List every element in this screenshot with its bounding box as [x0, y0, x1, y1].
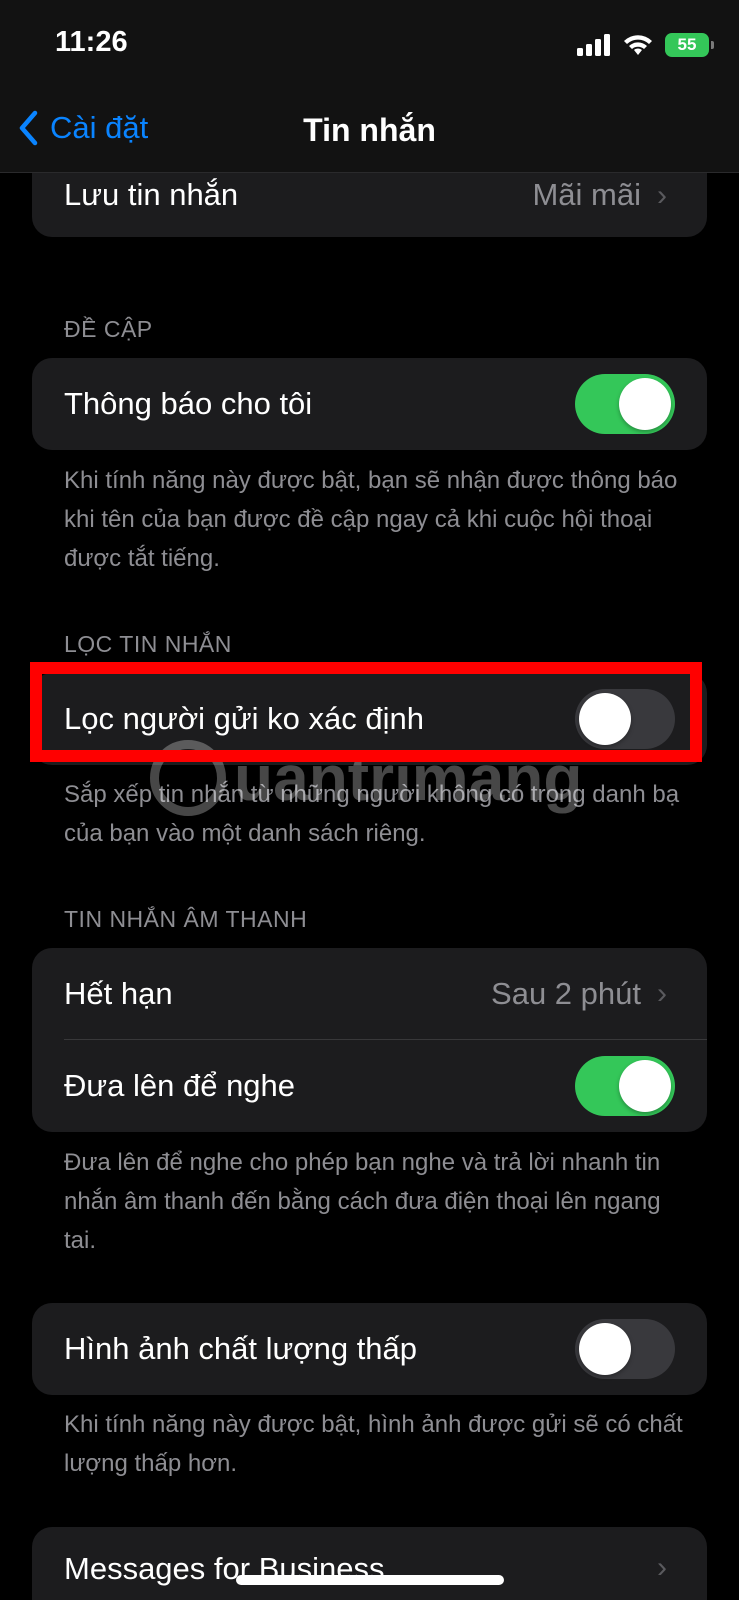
low-quality-toggle[interactable]	[575, 1319, 675, 1379]
business-group: Messages for Business ›	[32, 1527, 707, 1600]
low-quality-label: Hình ảnh chất lượng thấp	[64, 1331, 418, 1366]
chevron-right-icon: ›	[657, 1551, 667, 1584]
page-title: Tin nhắn	[303, 112, 436, 148]
expire-label: Hết hạn	[64, 976, 173, 1011]
expire-row[interactable]: Hết hạn Sau 2 phút ›	[32, 948, 707, 1040]
notify-me-row: Thông báo cho tôi	[32, 358, 707, 450]
watermark-logo-icon	[150, 740, 226, 816]
home-indicator[interactable]	[236, 1575, 504, 1585]
keep-messages-label: Lưu tin nhắn	[64, 177, 239, 212]
toggle-knob	[619, 1060, 671, 1112]
expire-value: Sau 2 phút	[491, 976, 641, 1011]
notify-me-toggle[interactable]	[575, 374, 675, 434]
section-header-audio: TIN NHẮN ÂM THANH	[64, 906, 308, 932]
watermark-text: uantrimang	[234, 742, 583, 814]
low-quality-footer: Khi tính năng này được bật, hình ảnh đượ…	[64, 1411, 683, 1477]
toggle-knob	[579, 1323, 631, 1375]
section-header-mentions: ĐỀ CẬP	[64, 316, 153, 342]
chevron-right-icon: ›	[657, 977, 667, 1010]
filter-unknown-toggle[interactable]	[575, 689, 675, 749]
raise-to-listen-toggle[interactable]	[575, 1056, 675, 1116]
keep-messages-value: Mãi mãi	[532, 177, 641, 212]
raise-to-listen-row: Đưa lên để nghe	[32, 1040, 707, 1132]
audio-group: Hết hạn Sau 2 phút › Đưa lên để nghe	[32, 948, 707, 1132]
toggle-knob	[619, 378, 671, 430]
mentions-footer: Khi tính năng này được bật, bạn sẽ nhận …	[64, 467, 678, 572]
low-quality-row: Hình ảnh chất lượng thấp	[32, 1303, 707, 1395]
raise-to-listen-label: Đưa lên để nghe	[64, 1068, 296, 1103]
chevron-right-icon: ›	[657, 179, 667, 212]
settings-list[interactable]: Lưu tin nhắn Mãi mãi › ĐỀ CẬP Thông báo …	[0, 0, 739, 1600]
section-header-filtering: LỌC TIN NHẮN	[64, 631, 232, 657]
toggle-knob	[579, 693, 631, 745]
filter-unknown-label: Lọc người gửi ko xác định	[64, 701, 424, 736]
mentions-group: Thông báo cho tôi	[32, 358, 707, 450]
low-quality-group: Hình ảnh chất lượng thấp	[32, 1303, 707, 1395]
watermark: uantrimang	[150, 740, 582, 816]
notify-me-label: Thông báo cho tôi	[64, 386, 313, 421]
messages-for-business-row[interactable]: Messages for Business ›	[32, 1527, 707, 1600]
audio-footer: Đưa lên để nghe cho phép bạn nghe và trả…	[64, 1149, 661, 1254]
navigation-bar: Cài đặt Tin nhắn	[0, 90, 739, 173]
